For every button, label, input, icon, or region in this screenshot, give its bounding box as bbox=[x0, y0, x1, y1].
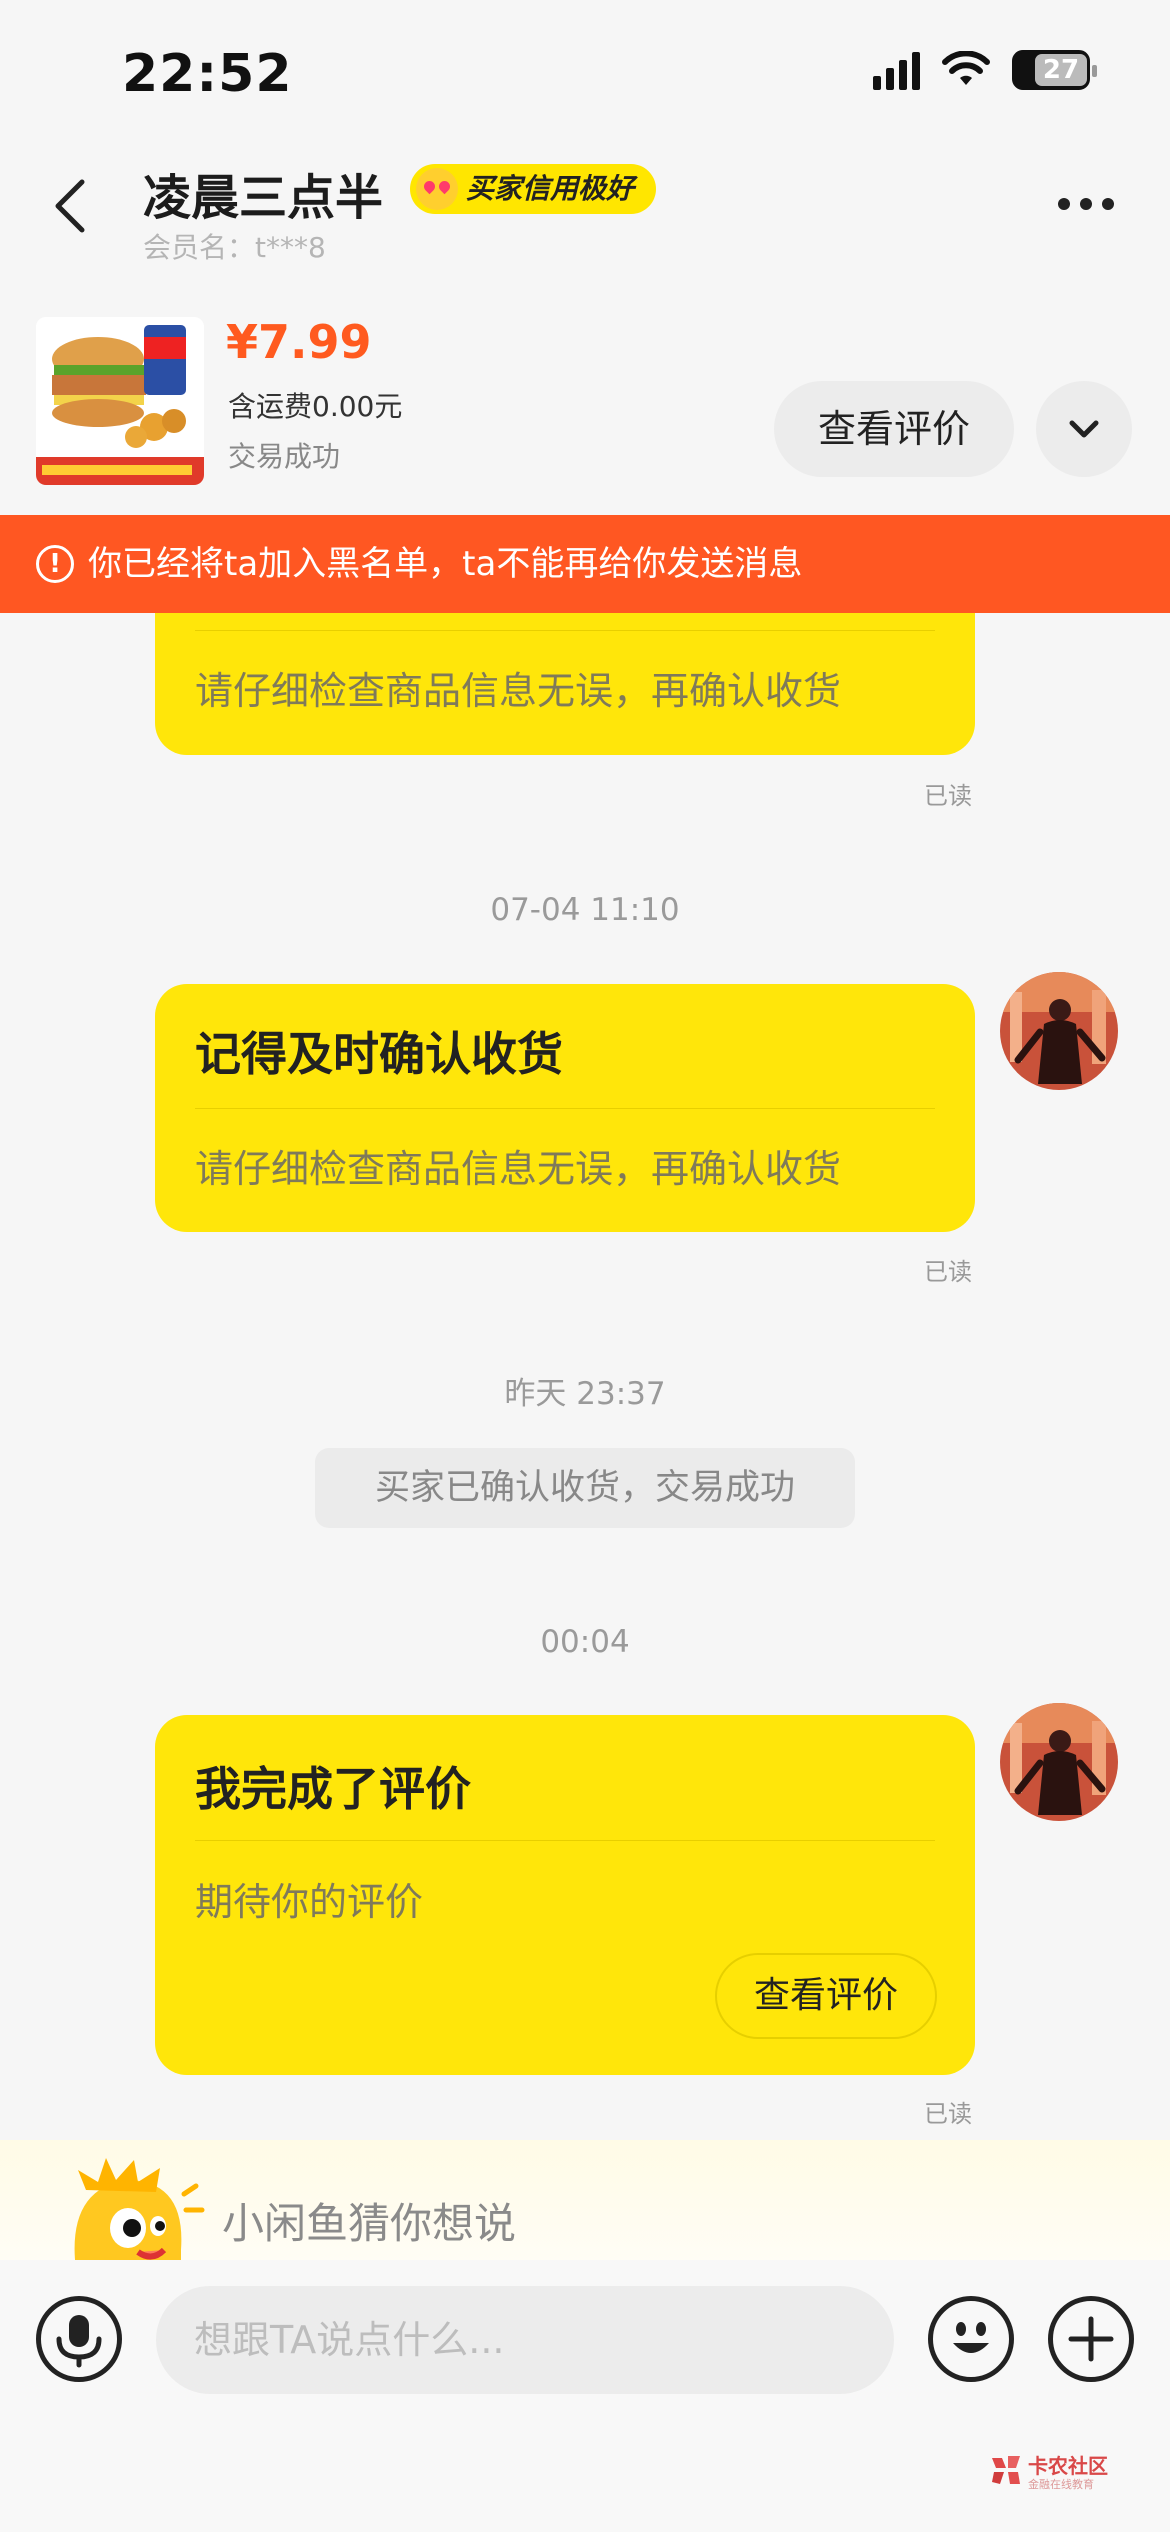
suggestion-text[interactable]: 小闲鱼猜你想说 bbox=[222, 2190, 516, 2251]
status-bar: 22:52 27 bbox=[0, 0, 1170, 150]
expand-button[interactable] bbox=[1036, 381, 1132, 477]
microphone-icon bbox=[56, 2315, 102, 2368]
trade-status: 交易成功 bbox=[228, 440, 341, 473]
credit-badge: 买家信用极好 bbox=[410, 164, 657, 214]
contact-name: 凌晨三点半 bbox=[143, 170, 384, 226]
message-title: 我完成了评价 bbox=[195, 1762, 471, 1816]
product-price: ¥7.99 bbox=[226, 315, 372, 369]
wifi-icon bbox=[942, 51, 990, 85]
mascot-icon bbox=[56, 2150, 206, 2270]
emoji-button[interactable] bbox=[928, 2296, 1014, 2382]
watermark-logo-icon bbox=[992, 2456, 1020, 2484]
avatar[interactable] bbox=[1000, 1703, 1118, 1821]
back-button[interactable] bbox=[40, 174, 104, 238]
view-review-button[interactable]: 查看评价 bbox=[715, 1953, 937, 2039]
banner-text: 你已经将ta加入黑名单，ta不能再给你发送消息 bbox=[88, 544, 803, 584]
heart-eyes-emoji-icon bbox=[416, 168, 458, 210]
message-timestamp: 00:04 bbox=[540, 1624, 630, 1660]
status-icons: 27 bbox=[873, 50, 1097, 90]
more-icon bbox=[1058, 198, 1070, 210]
chat-header: 凌晨三点半 买家信用极好 会员名：t***8 bbox=[0, 150, 1170, 300]
back-icon bbox=[55, 179, 85, 233]
read-status: 已读 bbox=[924, 2100, 972, 2128]
watermark-subtitle: 金融在线教育 bbox=[1028, 2478, 1094, 2491]
message-body: 期待你的评价 bbox=[195, 1880, 424, 1924]
battery-icon: 27 bbox=[1012, 50, 1097, 90]
plus-icon bbox=[1068, 2316, 1114, 2362]
message-input[interactable] bbox=[156, 2286, 894, 2394]
read-status: 已读 bbox=[924, 1258, 972, 1286]
status-time: 22:52 bbox=[122, 44, 293, 104]
system-message: 买家已确认收货，交易成功 bbox=[315, 1448, 855, 1528]
watermark: 卡农社区 金融在线教育 bbox=[988, 2448, 1118, 2496]
product-image[interactable] bbox=[36, 317, 204, 485]
message-body: 请仔细检查商品信息无误，再确认收货 bbox=[195, 1147, 842, 1191]
avatar[interactable] bbox=[1000, 972, 1118, 1090]
cellular-signal-icon bbox=[873, 50, 920, 90]
chevron-down-icon bbox=[1069, 420, 1099, 438]
plus-button[interactable] bbox=[1048, 2296, 1134, 2382]
product-card[interactable]: ¥7.99 含运费0.00元 交易成功 查看评价 bbox=[0, 305, 1170, 515]
emoji-icon bbox=[953, 2322, 989, 2353]
message-body: 请仔细检查商品信息无误，再确认收货 bbox=[195, 669, 842, 713]
warning-icon: ! bbox=[36, 545, 74, 583]
watermark-title: 卡农社区 bbox=[1028, 2454, 1108, 2478]
member-name: 会员名：t***8 bbox=[143, 231, 326, 264]
voice-button[interactable] bbox=[36, 2296, 122, 2382]
shipping-fee: 含运费0.00元 bbox=[228, 390, 403, 423]
credit-badge-label: 买家信用极好 bbox=[466, 172, 635, 205]
read-status: 已读 bbox=[924, 782, 972, 810]
message-title: 记得及时确认收货 bbox=[195, 1027, 563, 1081]
message-bubble[interactable]: 记得及时确认收货 请仔细检查商品信息无误，再确认收货 bbox=[155, 984, 975, 1232]
message-timestamp: 昨天 23:37 bbox=[504, 1376, 666, 1412]
blacklist-banner: ! 你已经将ta加入黑名单，ta不能再给你发送消息 bbox=[0, 515, 1170, 613]
message-bubble[interactable]: 我完成了评价 期待你的评价 查看评价 bbox=[155, 1715, 975, 2075]
battery-level: 27 bbox=[1035, 54, 1087, 86]
view-review-button[interactable]: 查看评价 bbox=[774, 381, 1014, 477]
more-options-button[interactable] bbox=[1058, 198, 1114, 210]
suggestion-bar: 小闲鱼猜你想说 bbox=[0, 2140, 1170, 2270]
message-timestamp: 07-04 11:10 bbox=[490, 892, 680, 928]
